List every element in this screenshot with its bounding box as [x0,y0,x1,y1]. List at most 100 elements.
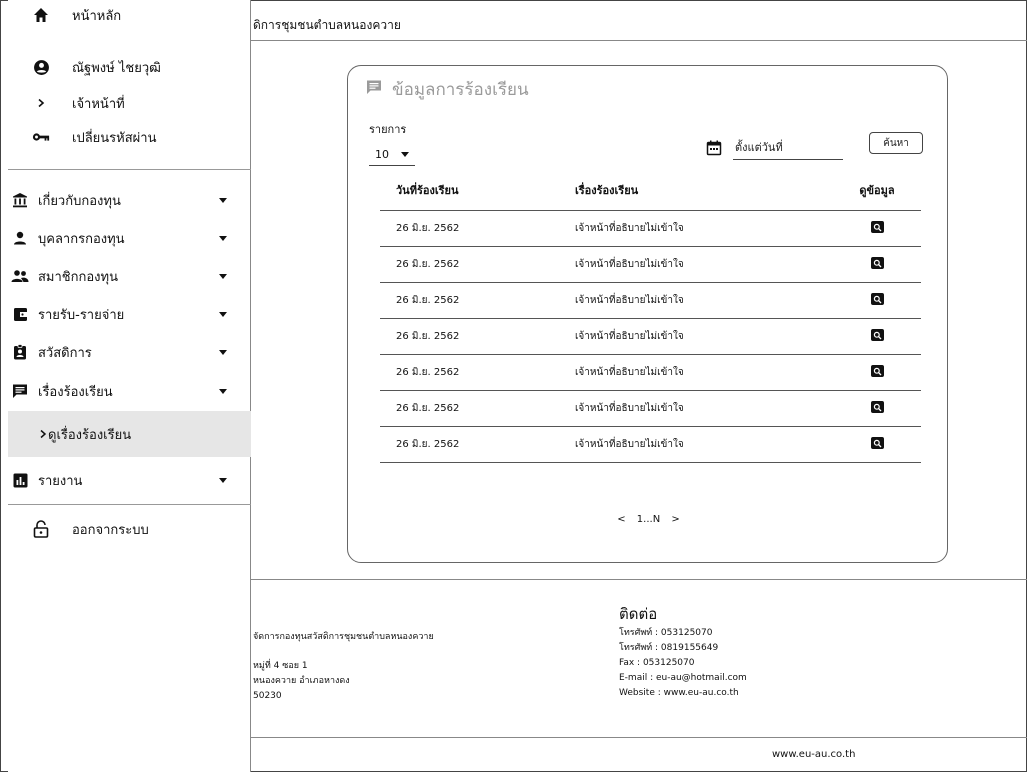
pager-prev-button[interactable]: < [617,514,625,525]
view-details-icon[interactable] [870,401,884,414]
table-row: 26 มิ.ย. 2562 เจ้าหน้าที่อธิบายไม่เข้าใจ [380,354,921,391]
comment-icon [366,79,382,100]
sidebar-item-about-fund[interactable]: เกี่ยวกับกองทุน [8,189,251,211]
pager-next-button[interactable]: > [671,514,679,525]
footer-contact-line: Fax : 053125070 [619,658,695,668]
row-date: 26 มิ.ย. 2562 [380,282,575,319]
chevron-down-icon [219,477,227,483]
row-view-cell [833,318,921,355]
sidebar-divider [8,169,251,170]
row-subject: เจ้าหน้าที่อธิบายไม่เข้าใจ [575,210,833,247]
row-date: 26 มิ.ย. 2562 [380,210,575,247]
bank-icon [11,191,29,209]
table-row: 26 มิ.ย. 2562 เจ้าหน้าที่อธิบายไม่เข้าใจ [380,426,921,463]
complaints-table: วันที่ร้องเรียน เรื่องร้องเรียน ดูข้อมูล… [380,170,921,463]
badge-icon [11,343,29,361]
view-details-icon[interactable] [870,437,884,450]
sidebar-item-label: หน้าหลัก [72,8,122,24]
sidebar-item-label: ณัฐพงษ์ ไชยวุฒิ [72,60,161,76]
pagination: < 1...N > [348,514,949,525]
view-details-icon[interactable] [870,221,884,234]
sidebar-item-label: เกี่ยวกับกองทุน [38,193,121,209]
sidebar: หน้าหลัก ณัฐพงษ์ ไชยวุฒิ เจ้าหน้าที่ เปล… [8,0,251,772]
footer-gap [253,645,434,659]
row-date: 26 มิ.ย. 2562 [380,390,575,427]
footer-address-line: 50230 [253,691,282,701]
footer-address-line: หมู่ที่ 4 ซอย 1 [253,661,308,671]
row-subject: เจ้าหน้าที่อธิบายไม่เข้าใจ [575,318,833,355]
footer-address-line: หนองควาย อำเภอหางดง [253,676,350,686]
sidebar-item-complaints[interactable]: เรื่องร้องเรียน [8,380,251,402]
row-subject: เจ้าหน้าที่อธิบายไม่เข้าใจ [575,282,833,319]
sidebar-item-welfare[interactable]: สวัสดิการ [8,341,251,363]
calendar-icon[interactable] [706,140,722,156]
bottom-url[interactable]: www.eu-au.co.th [772,749,855,760]
footer-contact: ติดต่อ โทรศัพท์ : 053125070 โทรศัพท์ : 0… [619,604,747,701]
home-icon [32,6,50,24]
person-icon [11,229,29,247]
sidebar-item-members[interactable]: สมาชิกกองทุน [8,265,251,287]
lock-open-icon [32,520,50,538]
row-subject: เจ้าหน้าที่อธิบายไม่เข้าใจ [575,246,833,283]
footer-contact-line: โทรศัพท์ : 053125070 [619,628,713,638]
footer-contact-title: ติดต่อ [619,605,658,623]
page-size-select[interactable]: 10 [369,144,415,166]
wallet-icon [11,305,29,323]
table-row: 26 มิ.ย. 2562 เจ้าหน้าที่อธิบายไม่เข้าใจ [380,210,921,247]
column-header-view: ดูข้อมูล [833,170,921,211]
chevron-down-icon [219,235,227,241]
account-circle-icon [32,58,50,76]
footer: จัดการกองทุนสวัสดิการชุมชนตำบลหนองควาย ห… [251,579,1027,738]
row-date: 26 มิ.ย. 2562 [380,354,575,391]
view-details-icon[interactable] [870,329,884,342]
sidebar-item-logout[interactable]: ออกจากระบบ [8,518,251,540]
sidebar-item-label: เรื่องร้องเรียน [38,384,113,400]
sidebar-divider [8,504,251,505]
bar-chart-icon [11,471,29,489]
page-size-label: รายการ [369,123,407,136]
sidebar-item-label: รายรับ-รายจ่าย [38,307,125,323]
key-icon [32,128,50,146]
view-details-icon[interactable] [870,365,884,378]
footer-contact-line: โทรศัพท์ : 0819155649 [619,643,719,653]
sidebar-item-label: เปลี่ยนรหัสผ่าน [72,130,157,146]
table-row: 26 มิ.ย. 2562 เจ้าหน้าที่อธิบายไม่เข้าใจ [380,390,921,427]
column-header-subject: เรื่องร้องเรียน [575,170,833,211]
row-view-cell [833,354,921,391]
footer-contact-line[interactable]: E-mail : eu-au@hotmail.com [619,671,747,686]
table-row: 26 มิ.ย. 2562 เจ้าหน้าที่อธิบายไม่เข้าใจ [380,318,921,355]
search-button[interactable]: ค้นหา [869,132,923,154]
sidebar-item-report[interactable]: รายงาน [8,469,251,491]
view-details-icon[interactable] [870,257,884,270]
view-details-icon[interactable] [870,293,884,306]
page-title: ดิการชุมชนตำบลหนองควาย [253,18,401,32]
chevron-down-icon [219,311,227,317]
sidebar-item-view-complaints[interactable]: ดูเรื่องร้องเรียน [8,411,251,457]
footer-contact-line[interactable]: Website : www.eu-au.co.th [619,686,747,701]
sidebar-item-home[interactable]: หน้าหลัก [8,4,251,26]
table-row: 26 มิ.ย. 2562 เจ้าหน้าที่อธิบายไม่เข้าใจ [380,282,921,319]
sidebar-item-label: เจ้าหน้าที่ [72,96,125,112]
sidebar-item-income-expense[interactable]: รายรับ-รายจ่าย [8,303,251,325]
row-view-cell [833,390,921,427]
sidebar-item-label: ดูเรื่องร้องเรียน [48,427,132,443]
row-subject: เจ้าหน้าที่อธิบายไม่เข้าใจ [575,354,833,391]
sidebar-item-change-password[interactable]: เปลี่ยนรหัสผ่าน [8,126,251,148]
table-row: 26 มิ.ย. 2562 เจ้าหน้าที่อธิบายไม่เข้าใจ [380,246,921,283]
row-subject: เจ้าหน้าที่อธิบายไม่เข้าใจ [575,426,833,463]
card-title: ข้อมูลการร้องเรียน [366,76,529,103]
sidebar-item-profile[interactable]: ณัฐพงษ์ ไชยวุฒิ [8,56,251,78]
sidebar-item-personnel[interactable]: บุคลากรกองทุน [8,227,251,249]
row-view-cell [833,210,921,247]
page-size-value: 10 [375,148,389,161]
date-from-input[interactable] [733,136,843,160]
footer-address: จัดการกองทุนสวัสดิการชุมชนตำบลหนองควาย ห… [253,630,434,704]
comment-icon [11,382,29,400]
sidebar-item-label: บุคลากรกองทุน [38,231,125,247]
chevron-down-icon [219,273,227,279]
row-date: 26 มิ.ย. 2562 [380,246,575,283]
row-subject: เจ้าหน้าที่อธิบายไม่เข้าใจ [575,390,833,427]
sidebar-item-label: รายงาน [38,473,83,489]
sidebar-item-staff[interactable]: เจ้าหน้าที่ [8,92,251,114]
chevron-down-icon [219,349,227,355]
